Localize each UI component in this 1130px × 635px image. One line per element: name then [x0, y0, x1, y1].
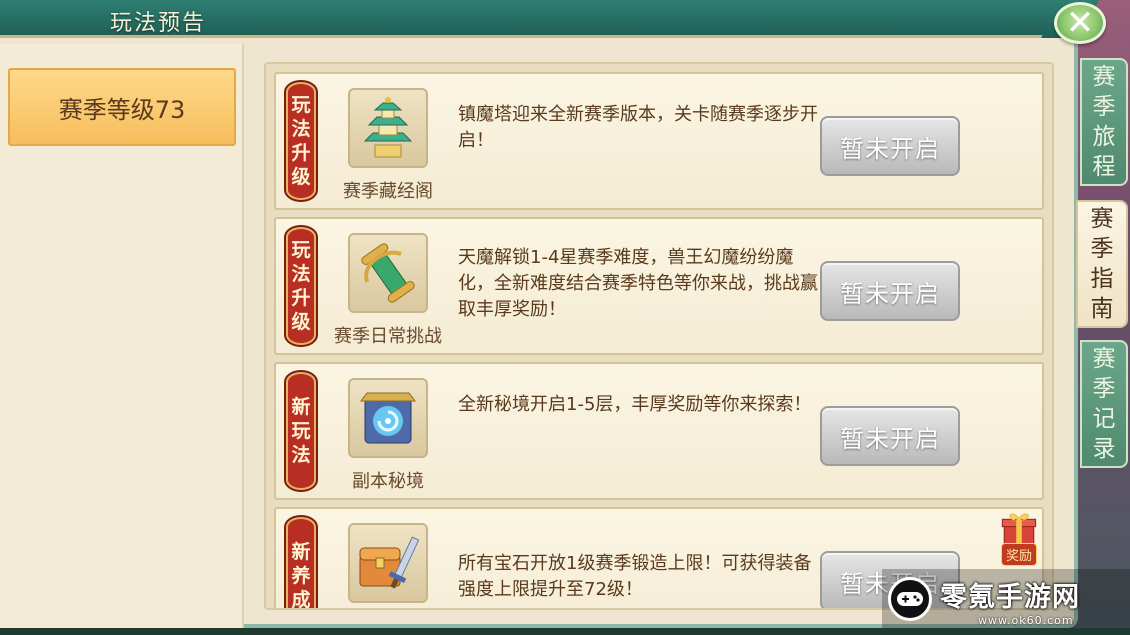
feature-tag: 新 养 成: [286, 517, 316, 610]
treasure-chest-sword-icon[interactable]: [348, 523, 428, 603]
tag-char: 升: [291, 287, 311, 309]
not-open-button[interactable]: 暂未开启: [820, 116, 960, 176]
feature-description: 全新秘境开启1-5层，丰厚奖励等你来探索！: [458, 394, 812, 415]
feature-tag: 玩 法 升 级: [286, 82, 316, 200]
feature-description: 所有宝石开放1级赛季锻造上限！可获得装备强度上限提升至72级！: [458, 553, 812, 600]
gamepad-pin-icon: [888, 577, 932, 621]
close-x-icon: ✕: [1065, 3, 1095, 43]
watermark: 零氪手游网 www.ok60.com: [882, 569, 1130, 635]
tag-char: 新: [291, 396, 311, 418]
portal-gate-icon[interactable]: [348, 378, 428, 458]
reward-button[interactable]: 奖励: [994, 510, 1044, 566]
tag-char: 升: [291, 142, 311, 164]
feature-name: 赛季藏经阁: [343, 181, 433, 202]
tab-char: 赛: [1090, 206, 1114, 232]
tab-char: 旅: [1092, 124, 1116, 150]
tag-char: 新: [291, 541, 311, 563]
watermark-title: 零氪手游网: [940, 582, 1080, 613]
feature-name: 副本秘境: [352, 471, 424, 492]
tab-char: 季: [1092, 94, 1116, 120]
tag-char: 玩: [291, 94, 311, 116]
tab-char: 季: [1092, 376, 1116, 402]
tab-char: 程: [1092, 154, 1116, 180]
tag-char: 级: [291, 311, 311, 333]
title-bar: 玩法预告: [0, 0, 1060, 38]
feature-description: 镇魔塔迎来全新赛季版本，关卡随赛季逐步开启！: [458, 104, 818, 151]
scroll-icon[interactable]: [348, 233, 428, 313]
tab-char: 记: [1092, 406, 1116, 432]
tag-char: 法: [291, 444, 311, 466]
tab-season-record[interactable]: 赛 季 记 录: [1080, 340, 1128, 468]
tab-season-guide[interactable]: 赛 季 指 南: [1076, 200, 1128, 328]
feature-card: 玩 法 升 级 赛季日常挑战 天魔解锁1-4星赛季难度，兽王幻魔纷纷魔化，全新难…: [274, 217, 1044, 355]
pagoda-icon[interactable]: [348, 88, 428, 168]
season-level-label: 赛季等级73: [58, 95, 186, 124]
feature-list[interactable]: 玩 法 升 级 赛季藏经阁 镇魔塔迎来全新赛季版本，关卡随赛季逐步开启！ 暂未开…: [264, 62, 1054, 610]
tag-char: 玩: [291, 420, 311, 442]
feature-tag: 新 玩 法: [286, 372, 316, 490]
not-open-button[interactable]: 暂未开启: [820, 406, 960, 466]
reward-label: 奖励: [1000, 543, 1037, 566]
tab-char: 赛: [1092, 64, 1116, 90]
main-panel: 玩法预告 赛季等级73 玩 法 升 级 赛季藏经阁 镇魔塔迎来全新赛季版本，关卡…: [0, 0, 1078, 628]
tab-season-journey[interactable]: 赛 季 旅 程: [1080, 58, 1128, 186]
feature-card: 玩 法 升 级 赛季藏经阁 镇魔塔迎来全新赛季版本，关卡随赛季逐步开启！ 暂未开…: [274, 72, 1044, 210]
left-column: 赛季等级73: [0, 44, 244, 628]
tag-char: 成: [291, 589, 311, 610]
tab-char: 指: [1090, 266, 1114, 292]
tag-char: 法: [291, 118, 311, 140]
watermark-url: www.ok60.com: [978, 614, 1074, 627]
gift-box-icon: [1001, 513, 1037, 546]
season-level-tab[interactable]: 赛季等级73: [8, 68, 236, 146]
close-button[interactable]: ✕: [1054, 2, 1106, 44]
tag-char: 法: [291, 263, 311, 285]
feature-description: 天魔解锁1-4星赛季难度，兽王幻魔纷纷魔化，全新难度结合赛季特色等你来战，挑战赢…: [458, 247, 818, 320]
page-title: 玩法预告: [110, 11, 207, 36]
tab-char: 季: [1090, 236, 1114, 262]
feature-tag: 玩 法 升 级: [286, 227, 316, 345]
feature-name: 赛季日常挑战: [334, 326, 442, 347]
tab-char: 南: [1090, 296, 1114, 322]
feature-card: 新 玩 法 副本秘境 全新秘境开启1-5层，丰厚奖励等你来探索！ 暂未开启: [274, 362, 1044, 500]
tag-char: 玩: [291, 239, 311, 261]
bottom-strip: [0, 628, 1130, 635]
tag-char: 级: [291, 166, 311, 188]
tag-char: 养: [291, 565, 311, 587]
not-open-button[interactable]: 暂未开启: [820, 261, 960, 321]
tab-char: 录: [1092, 436, 1116, 462]
tab-char: 赛: [1092, 346, 1116, 372]
